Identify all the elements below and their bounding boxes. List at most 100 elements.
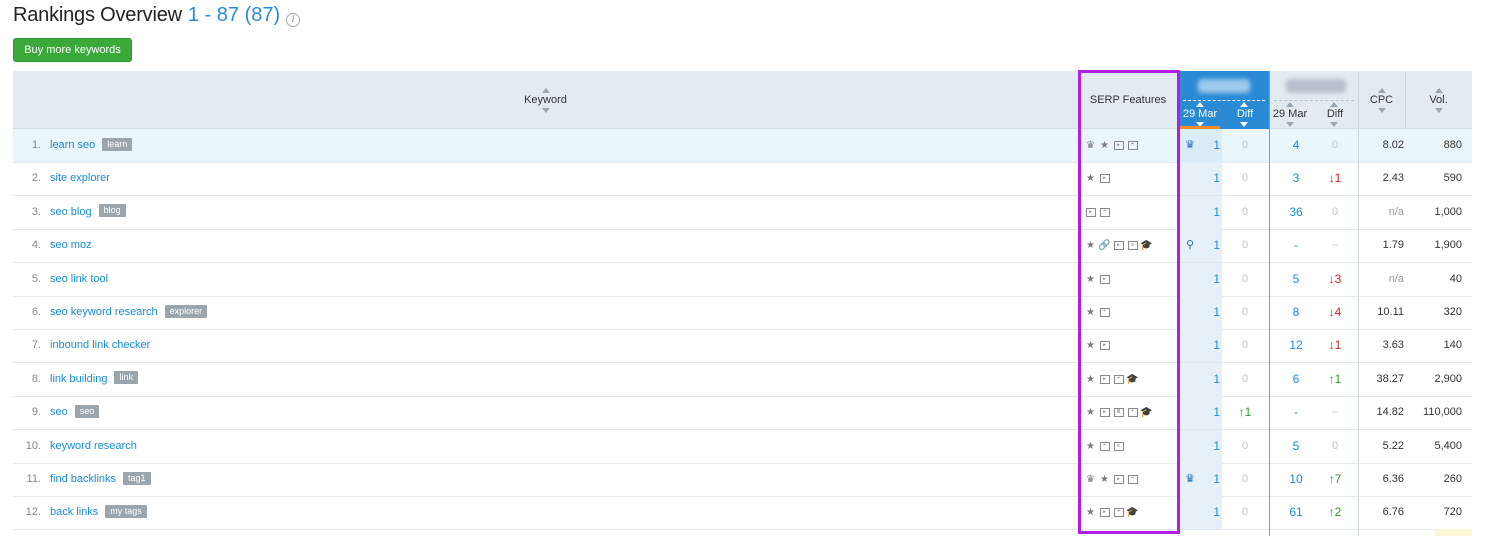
table-row: 8. link building link ★ ▸ ❝ 🎓 1 0 6 ↑1 38.27… <box>13 362 1472 397</box>
domain1-diff: 0 <box>1241 239 1249 252</box>
sort-down-icon <box>541 108 550 113</box>
table-row: 6. seo keyword research explorer ★ ❝ 1 0 8… <box>13 296 1472 330</box>
domain1-diff: 0 <box>1241 439 1249 452</box>
domain1-position[interactable]: 1 <box>1201 496 1220 529</box>
domain1-position[interactable]: 1 <box>1201 129 1220 162</box>
domain1-position[interactable]: 1 <box>1201 363 1220 396</box>
sort-up-icon <box>1330 102 1338 107</box>
row-number: 7. <box>31 339 41 352</box>
domain1-position[interactable]: 1 <box>1201 263 1220 296</box>
domain1-diff-header[interactable]: Diff <box>1222 108 1268 120</box>
domain1-diff: 0 <box>1241 473 1249 485</box>
keyword-link[interactable]: site explorer <box>50 172 110 184</box>
keyword-tag[interactable]: tag1 <box>123 471 151 485</box>
keyword-cell: seo keyword research explorer <box>50 296 208 329</box>
row-number: 9. <box>31 406 41 419</box>
domain2-diff: ↓1 <box>1328 338 1342 353</box>
keyword-link[interactable]: seo moz <box>50 239 92 251</box>
link-icon[interactable]: ⚲ <box>1183 229 1197 262</box>
domain1-position[interactable]: 1 <box>1201 463 1220 496</box>
volume-value: 5,400 <box>1434 439 1462 452</box>
column-divider <box>1269 71 1270 536</box>
cpc-value: n/a <box>1388 205 1404 218</box>
keyword-link[interactable]: back links <box>50 506 98 518</box>
column-divider <box>1358 71 1359 536</box>
info-icon[interactable]: i <box>286 13 301 27</box>
sort-down-icon <box>1240 122 1248 127</box>
crown-icon[interactable]: ♛ <box>1183 129 1197 162</box>
table-row: 10. keyword research ★ ❝ ≡ 1 0 5 0 5.22 5,… <box>13 429 1472 464</box>
volume-value: 1,900 <box>1434 239 1462 252</box>
keyword-link[interactable]: seo blog <box>50 206 92 218</box>
sort-down-icon <box>1286 122 1294 127</box>
domain1-diff: 0 <box>1241 205 1249 218</box>
row-number: 10. <box>25 439 41 452</box>
keyword-cell: back links my tags <box>50 496 147 529</box>
keyword-tag[interactable]: blog <box>98 204 126 218</box>
keyword-tag[interactable]: explorer <box>164 304 208 318</box>
buy-more-keywords-button[interactable]: Buy more keywords <box>13 38 132 62</box>
keyword-link[interactable]: inbound link checker <box>50 339 150 351</box>
table-row: 3. seo blog blog ▸ ❝ 1 0 36 0 n/a 1,000 <box>13 195 1472 230</box>
column-divider <box>1405 71 1406 129</box>
volume-value: 110,000 <box>1423 406 1462 419</box>
domain2-date-header[interactable]: 29 Mar <box>1270 108 1310 120</box>
sort-down-icon <box>1377 108 1386 113</box>
keyword-tag[interactable]: link <box>114 371 138 385</box>
domain1-diff: 0 <box>1241 272 1249 285</box>
keyword-link[interactable]: find backlinks <box>50 473 116 485</box>
volume-value: 260 <box>1443 473 1462 485</box>
domain2-diff: ↓4 <box>1328 305 1342 319</box>
table-row: 1. learn seo learn ♛ ★ ▸ ❝ ♛ 1 0 4 0 8.02 88… <box>13 129 1472 163</box>
row-number: 4. <box>31 239 41 252</box>
keyword-tag[interactable]: learn <box>102 137 133 151</box>
keyword-link[interactable]: keyword research <box>50 440 137 452</box>
keyword-link[interactable]: seo link tool <box>50 273 108 285</box>
domain1-diff: 0 <box>1241 306 1249 318</box>
table-row: 2. site explorer ★ ▸ 1 0 3 ↓1 2.43 590 <box>13 162 1472 197</box>
domain1-position[interactable]: 1 <box>1201 396 1220 429</box>
domain1-position[interactable]: 1 <box>1201 296 1220 329</box>
table-row: 12. back links my tags ★ ▸ ❝ 🎓 1 0 61 ↑2 6.7… <box>13 496 1472 531</box>
keyword-cell: keyword research <box>50 430 137 463</box>
page-title: Rankings Overview <box>13 4 182 26</box>
keyword-cell: seo link tool <box>50 263 108 296</box>
crown-icon[interactable]: ♛ <box>1183 463 1197 496</box>
domain1-position[interactable]: 1 <box>1201 329 1220 362</box>
cpc-column-header[interactable]: CPC <box>1358 71 1405 129</box>
keyword-cell: seo seo <box>50 396 100 429</box>
sort-up-icon <box>1286 102 1294 107</box>
domain1-position[interactable]: 1 <box>1201 162 1220 195</box>
domain1-position[interactable]: 1 <box>1201 196 1220 229</box>
keyword-link[interactable]: seo <box>50 406 68 418</box>
volume-column-label: Vol. <box>1429 94 1448 106</box>
domain2-diff-header[interactable]: Diff <box>1314 108 1356 120</box>
keyword-tag[interactable]: my tags <box>105 504 147 518</box>
domain2-diff: ↑2 <box>1328 505 1342 520</box>
volume-value: 590 <box>1443 172 1462 185</box>
domain1-column-header[interactable]: 29 Mar Diff <box>1178 71 1270 129</box>
keyword-cell: site explorer <box>50 162 110 195</box>
domain2-column-header[interactable]: 29 Mar Diff <box>1270 71 1358 129</box>
domain1-date-header[interactable]: 29 Mar <box>1178 108 1222 120</box>
domain1-diff: 0 <box>1241 372 1249 385</box>
volume-value: 880 <box>1443 139 1462 151</box>
domain1-position[interactable]: 1 <box>1201 229 1220 262</box>
domain1-position[interactable]: 1 <box>1201 430 1220 463</box>
row-number: 3. <box>31 205 41 218</box>
keyword-link[interactable]: learn seo <box>50 139 95 151</box>
keyword-column-header[interactable]: Keyword <box>13 71 1078 129</box>
keyword-tag[interactable]: seo <box>74 404 100 418</box>
volume-column-header[interactable]: Vol. <box>1405 71 1472 129</box>
cpc-value: 5.22 <box>1382 439 1404 452</box>
domain1-diff: 0 <box>1241 506 1249 519</box>
sort-up-icon <box>1434 88 1443 93</box>
cpc-value: 6.36 <box>1382 473 1404 485</box>
corner-note <box>1435 529 1472 536</box>
domain1-name-blurred[interactable] <box>1198 79 1250 93</box>
keyword-link[interactable]: link building <box>50 373 107 385</box>
keyword-link[interactable]: seo keyword research <box>50 306 158 318</box>
domain2-name-blurred[interactable] <box>1286 79 1346 93</box>
sort-down-icon <box>1330 122 1338 127</box>
keyword-range: 1 - 87 (87) <box>187 4 281 26</box>
